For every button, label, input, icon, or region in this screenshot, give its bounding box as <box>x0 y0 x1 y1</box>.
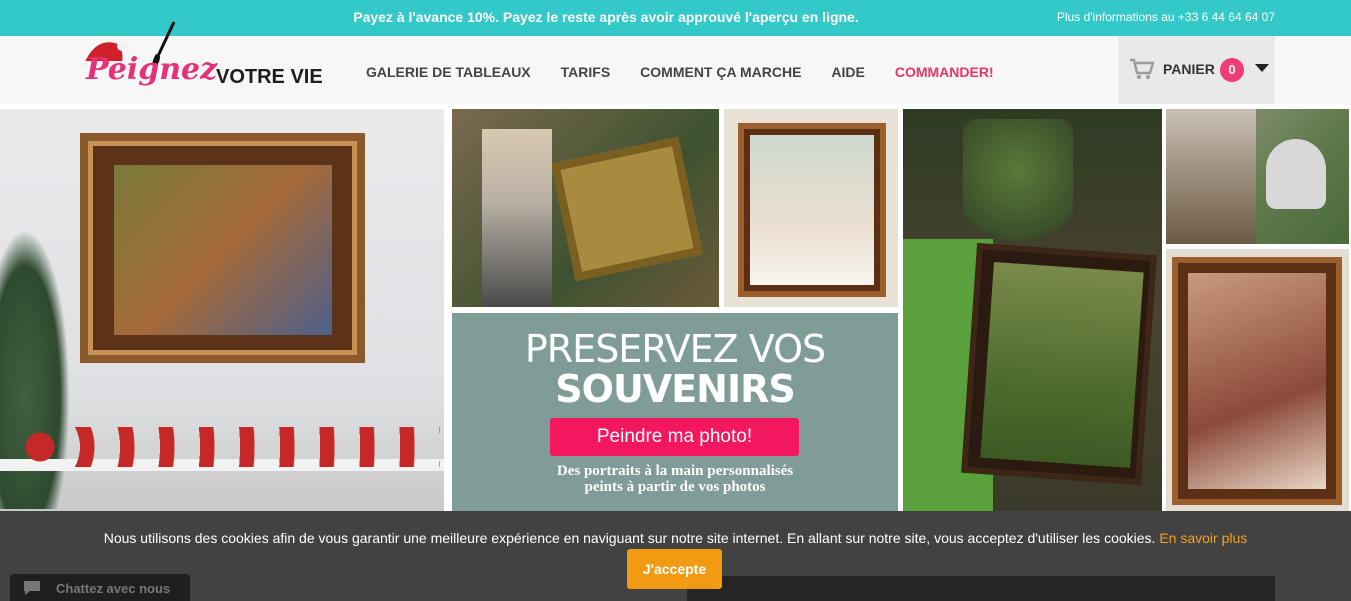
promo-subtitle: Des portraits à la main personnalisés pe… <box>452 463 898 495</box>
main-nav: GALERIE DE TABLEAUX TARIFS COMMENT ÇA MA… <box>366 64 994 80</box>
promo-headline-2: SOUVENIRS <box>555 367 795 411</box>
cart-count-badge: 0 <box>1220 58 1244 82</box>
cookie-message-text: Nous utilisons des cookies afin de vous … <box>103 530 1156 546</box>
cookie-learn-more-link[interactable]: En savoir plus <box>1159 530 1247 546</box>
photo-mother-and-baby-portrait <box>1166 249 1349 511</box>
photo-artist-painting-dog <box>1166 109 1349 244</box>
promo-message: Payez à l'avance 10%. Payez le reste apr… <box>353 9 859 25</box>
cookie-banner: Nous utilisons des cookies afin de vous … <box>0 511 1351 601</box>
hero-photo-family-portrait <box>0 109 444 511</box>
chat-bubble-icon <box>24 581 40 595</box>
promo-subtitle-line-1: Des portraits à la main personnalisés <box>556 463 794 479</box>
promo-box: PRESERVEZ VOS SOUVENIRS Peindre ma photo… <box>452 313 898 511</box>
cart-button[interactable]: PANIER 0 <box>1118 36 1275 104</box>
cookie-message: Nous utilisons des cookies afin de vous … <box>0 530 1351 546</box>
nav-gallery[interactable]: GALERIE DE TABLEAUX <box>366 64 531 80</box>
nav-order[interactable]: COMMANDER! <box>895 64 994 80</box>
site-logo[interactable]: Peignez VOTRE VIE <box>74 21 334 100</box>
promo-headline-1: PRESERVEZ VOS <box>524 327 826 371</box>
promo-subtitle-line-2: peints à partir de vos photos <box>584 479 766 495</box>
chat-label: Chattez avec nous <box>56 581 171 596</box>
nav-pricing[interactable]: TARIFS <box>561 64 611 80</box>
photo-wedding-portrait <box>724 109 898 307</box>
chevron-down-icon[interactable] <box>1255 64 1269 74</box>
photo-man-with-dog-painting <box>903 109 1162 511</box>
contact-info[interactable]: Plus d'informations au +33 6 44 64 64 07 <box>1057 10 1275 24</box>
promo-topbar: Payez à l'avance 10%. Payez le reste apr… <box>0 0 1351 36</box>
paint-my-photo-button[interactable]: Peindre ma photo! <box>550 418 799 456</box>
logo-script: Peignez <box>86 52 218 87</box>
photo-grandparents-painting <box>452 109 719 307</box>
cookie-accept-button[interactable]: J'accepte <box>627 549 722 589</box>
logo-plain: VOTRE VIE <box>216 66 323 88</box>
nav-how-it-works[interactable]: COMMENT ÇA MARCHE <box>640 64 801 80</box>
cart-label: PANIER <box>1163 61 1215 77</box>
chat-widget-button[interactable]: Chattez avec nous <box>10 574 190 601</box>
cart-icon <box>1130 58 1155 79</box>
nav-help[interactable]: AIDE <box>831 64 864 80</box>
